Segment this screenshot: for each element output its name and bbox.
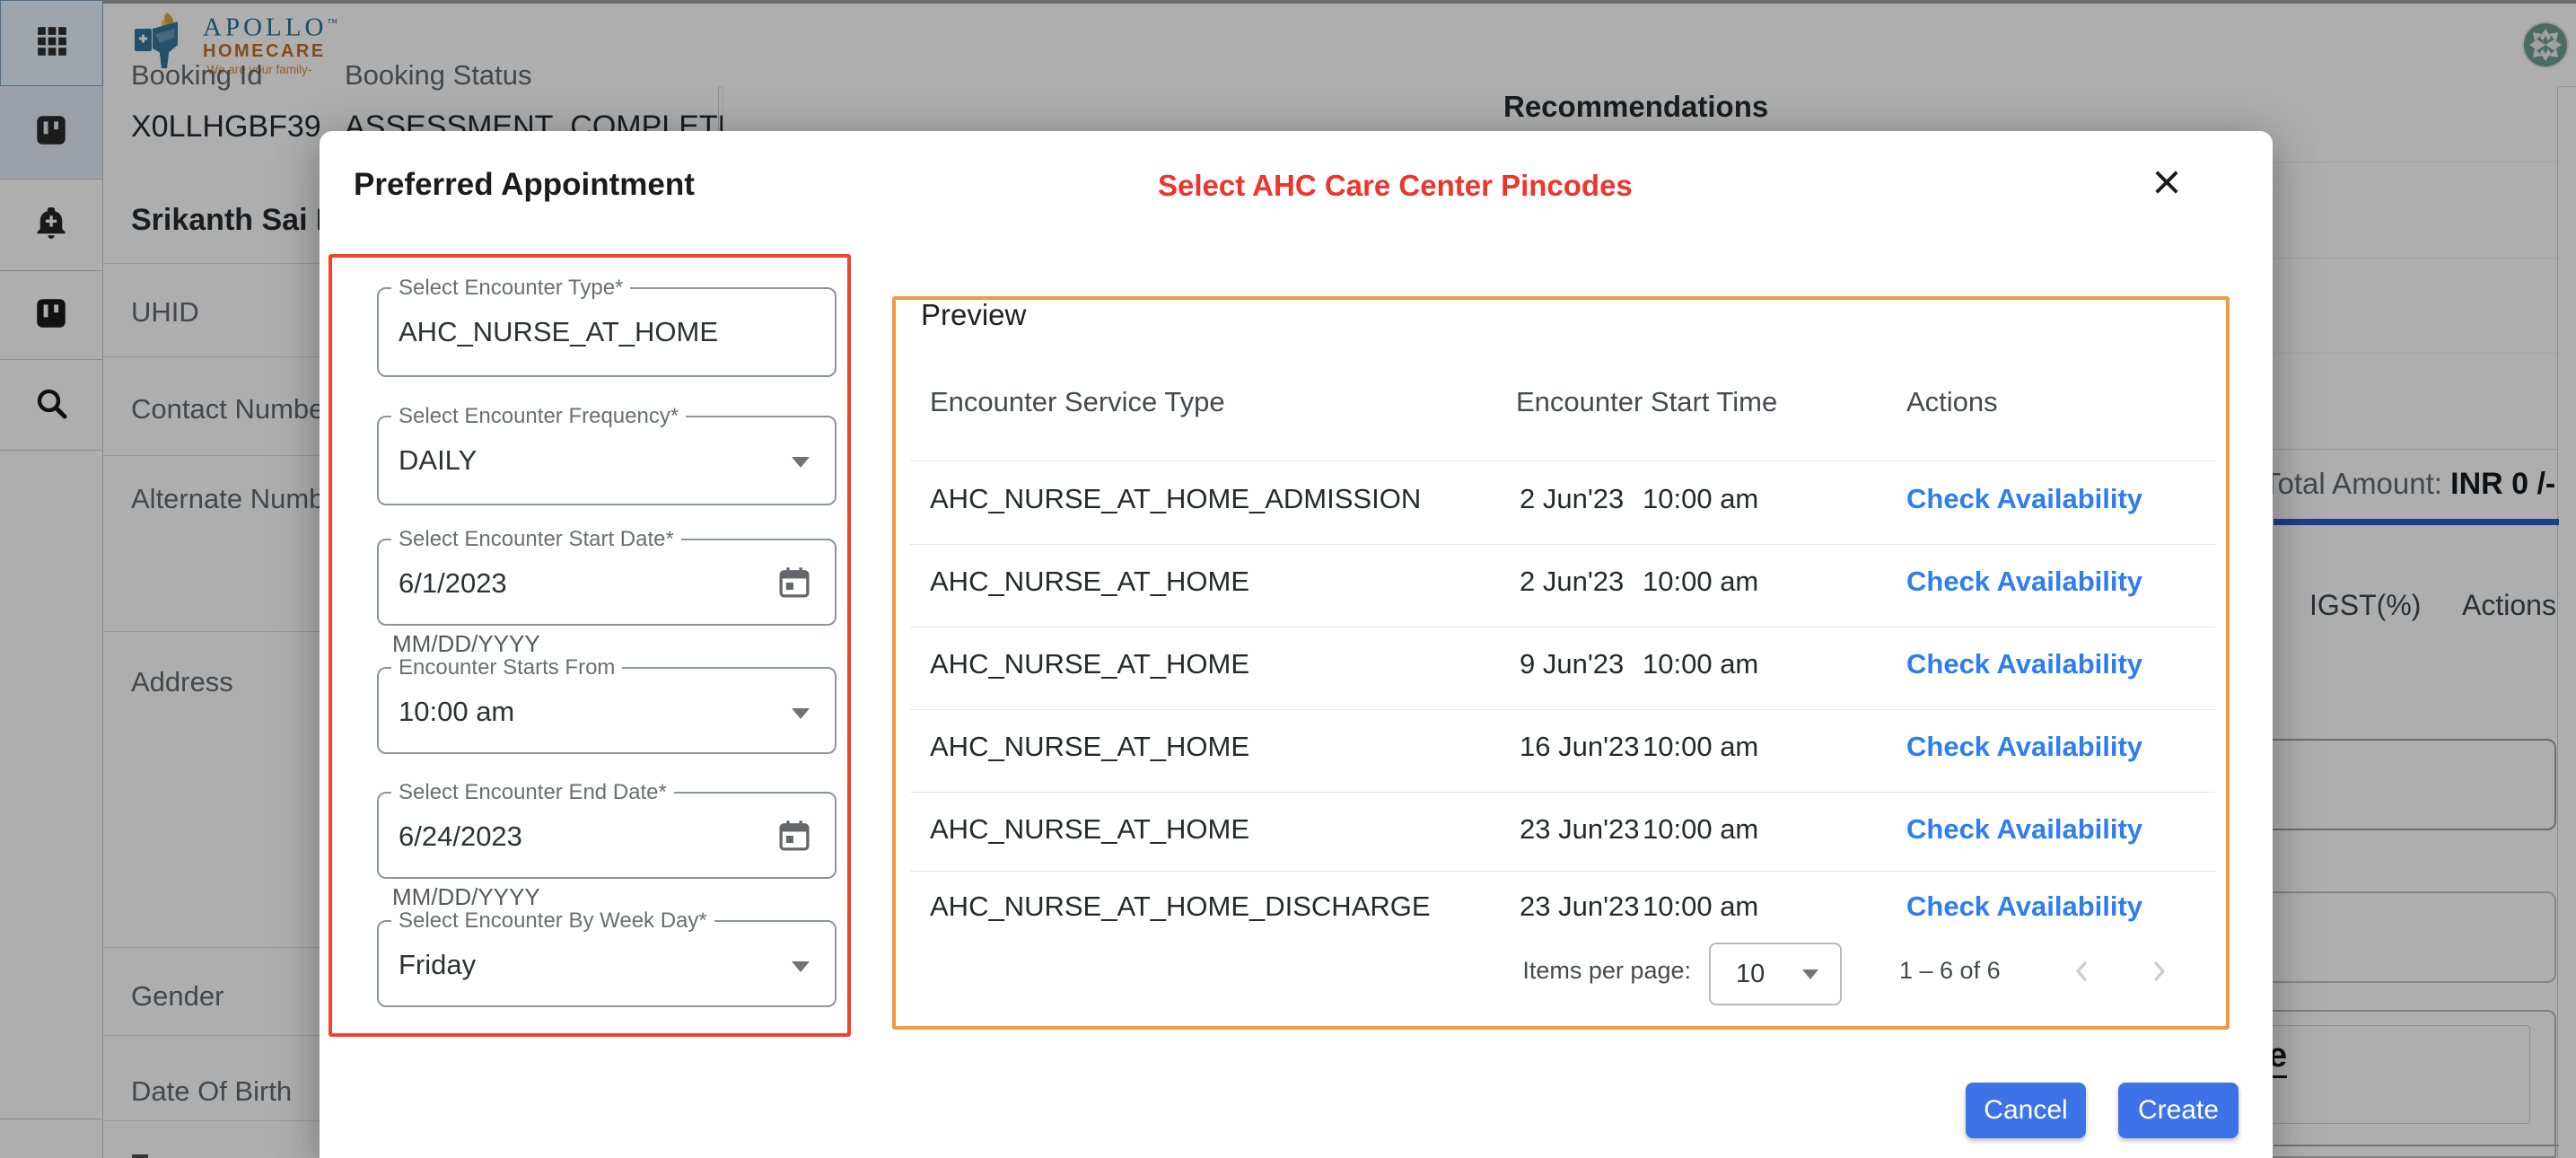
- service-type-cell: AHC_NURSE_AT_HOME_DISCHARGE: [930, 890, 1431, 923]
- close-icon: [2151, 166, 2183, 203]
- start-date-cell: 16 Jun'23: [1520, 731, 1639, 763]
- page-range-label: 1 – 6 of 6: [1899, 957, 2001, 985]
- start-time-cell: 10:00 am: [1643, 566, 1758, 598]
- check-availability-link[interactable]: Check Availability: [1906, 890, 2142, 923]
- items-per-page-label: Items per page:: [1332, 957, 1691, 985]
- encounter-type-value: AHC_NURSE_AT_HOME: [399, 316, 718, 348]
- encounter-start-date-value: 6/1/2023: [399, 567, 507, 600]
- start-date-cell: 2 Jun'23: [1520, 566, 1624, 598]
- chevron-down-icon: [792, 457, 810, 468]
- chevron-right-icon: [2142, 976, 2175, 991]
- start-date-format-hint: MM/DD/YYYY: [392, 630, 540, 658]
- check-availability-link[interactable]: Check Availability: [1906, 731, 2142, 763]
- service-type-cell: AHC_NURSE_AT_HOME: [930, 566, 1249, 598]
- check-availability-link[interactable]: Check Availability: [1906, 566, 2142, 598]
- encounter-type-label: Select Encounter Type*: [391, 276, 630, 301]
- cancel-button[interactable]: Cancel: [1966, 1083, 2086, 1138]
- column-header-service-type: Encounter Service Type: [930, 386, 1225, 418]
- service-type-cell: AHC_NURSE_AT_HOME_ADMISSION: [930, 483, 1421, 515]
- chevron-down-icon: [792, 708, 810, 719]
- service-type-cell: AHC_NURSE_AT_HOME: [930, 731, 1249, 763]
- dialog-title: Preferred Appointment: [354, 167, 695, 203]
- previous-page-button[interactable]: [2066, 955, 2098, 992]
- app-root: APOLLO™ HOMECARE -We are your family-: [0, 0, 2576, 1158]
- encounter-week-day-value: Friday: [399, 949, 476, 981]
- encounter-frequency-select[interactable]: Select Encounter Frequency* DAILY: [377, 416, 837, 505]
- start-time-cell: 10:00 am: [1643, 813, 1758, 846]
- chevron-left-icon: [2066, 976, 2098, 991]
- start-time-cell: 10:00 am: [1643, 483, 1758, 515]
- preferred-appointment-dialog: Preferred Appointment Select AHC Care Ce…: [320, 131, 2273, 1158]
- close-button[interactable]: [2143, 161, 2190, 207]
- encounter-starts-from-select[interactable]: Encounter Starts From 10:00 am: [377, 667, 837, 754]
- next-page-button[interactable]: [2142, 955, 2175, 992]
- check-availability-link[interactable]: Check Availability: [1906, 648, 2142, 680]
- encounter-end-date-label: Select Encounter End Date*: [391, 780, 674, 805]
- preview-title: Preview: [921, 298, 1026, 332]
- select-pincodes-link[interactable]: Select AHC Care Center Pincodes: [1158, 169, 1633, 203]
- service-type-cell: AHC_NURSE_AT_HOME: [930, 813, 1249, 846]
- start-time-cell: 10:00 am: [1643, 731, 1758, 763]
- encounter-type-field[interactable]: Select Encounter Type* AHC_NURSE_AT_HOME: [377, 287, 837, 377]
- encounter-end-date-field[interactable]: Select Encounter End Date* 6/24/2023: [377, 792, 837, 879]
- calendar-icon[interactable]: [775, 564, 813, 606]
- encounter-starts-from-label: Encounter Starts From: [391, 655, 622, 680]
- service-type-cell: AHC_NURSE_AT_HOME: [930, 648, 1249, 680]
- page-size-select[interactable]: 10: [1709, 943, 1842, 1005]
- end-date-format-hint: MM/DD/YYYY: [392, 883, 540, 911]
- page-size-value: 10: [1736, 960, 1765, 989]
- start-date-cell: 23 Jun'23: [1520, 813, 1639, 846]
- encounter-frequency-value: DAILY: [399, 444, 477, 477]
- encounter-end-date-value: 6/24/2023: [399, 820, 522, 853]
- start-date-cell: 9 Jun'23: [1520, 648, 1624, 680]
- encounter-week-day-label: Select Encounter By Week Day*: [391, 908, 714, 934]
- create-button[interactable]: Create: [2118, 1083, 2239, 1138]
- column-header-actions: Actions: [1906, 386, 1998, 418]
- encounter-starts-from-value: 10:00 am: [399, 696, 514, 728]
- start-date-cell: 23 Jun'23: [1520, 890, 1639, 923]
- check-availability-link[interactable]: Check Availability: [1906, 483, 2142, 515]
- calendar-icon[interactable]: [775, 817, 813, 859]
- encounter-frequency-label: Select Encounter Frequency*: [391, 404, 686, 429]
- start-time-cell: 10:00 am: [1643, 890, 1758, 923]
- chevron-down-icon: [1802, 969, 1818, 979]
- start-date-cell: 2 Jun'23: [1520, 483, 1624, 515]
- start-time-cell: 10:00 am: [1643, 648, 1758, 680]
- check-availability-link[interactable]: Check Availability: [1906, 813, 2142, 846]
- column-header-start-time: Encounter Start Time: [1516, 386, 1777, 418]
- chevron-down-icon: [792, 961, 810, 972]
- encounter-start-date-label: Select Encounter Start Date*: [391, 527, 681, 552]
- encounter-week-day-select[interactable]: Select Encounter By Week Day* Friday: [377, 920, 837, 1007]
- encounter-start-date-field[interactable]: Select Encounter Start Date* 6/1/2023: [377, 539, 837, 626]
